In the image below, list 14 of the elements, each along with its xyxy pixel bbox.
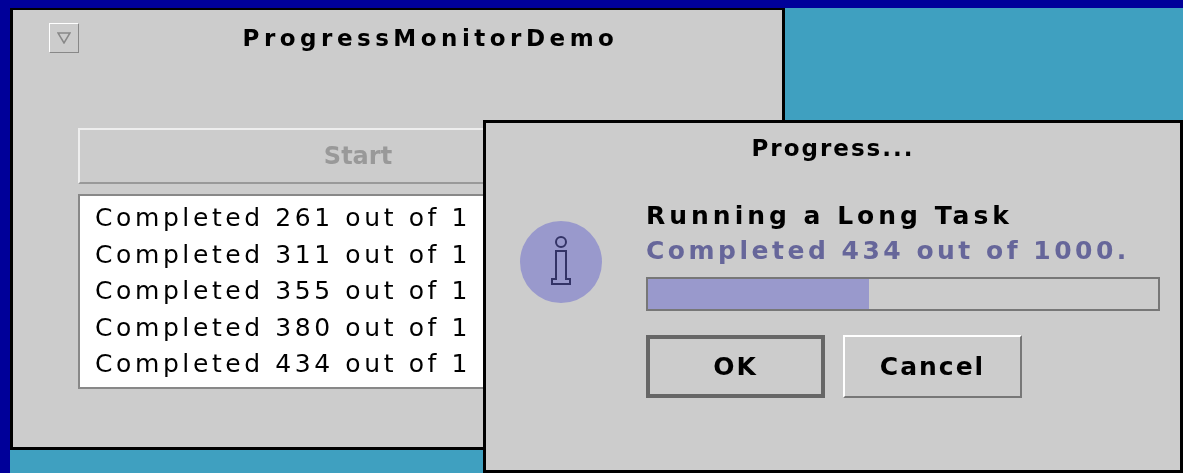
log-line: Completed 355 out of 1	[95, 275, 472, 307]
log-line: Completed 434 out of 1	[95, 348, 472, 380]
cancel-button[interactable]: Cancel	[843, 335, 1022, 398]
dialog-message: Running a Long Task	[646, 201, 1014, 230]
progress-note: Completed 434 out of 1000.	[646, 236, 1131, 265]
window-title: ProgressMonitorDemo	[241, 25, 620, 51]
log-line: Completed 311 out of 1	[95, 238, 472, 271]
log-line: Completed 380 out of 1	[95, 311, 472, 344]
triangle-down-icon	[57, 32, 71, 44]
info-icon	[520, 221, 602, 303]
log-line: Completed 261 out of 1	[95, 202, 472, 234]
ok-button[interactable]: OK	[646, 335, 825, 398]
dialog-title: Progress...	[750, 135, 916, 161]
window-menu-button[interactable]	[49, 23, 79, 53]
